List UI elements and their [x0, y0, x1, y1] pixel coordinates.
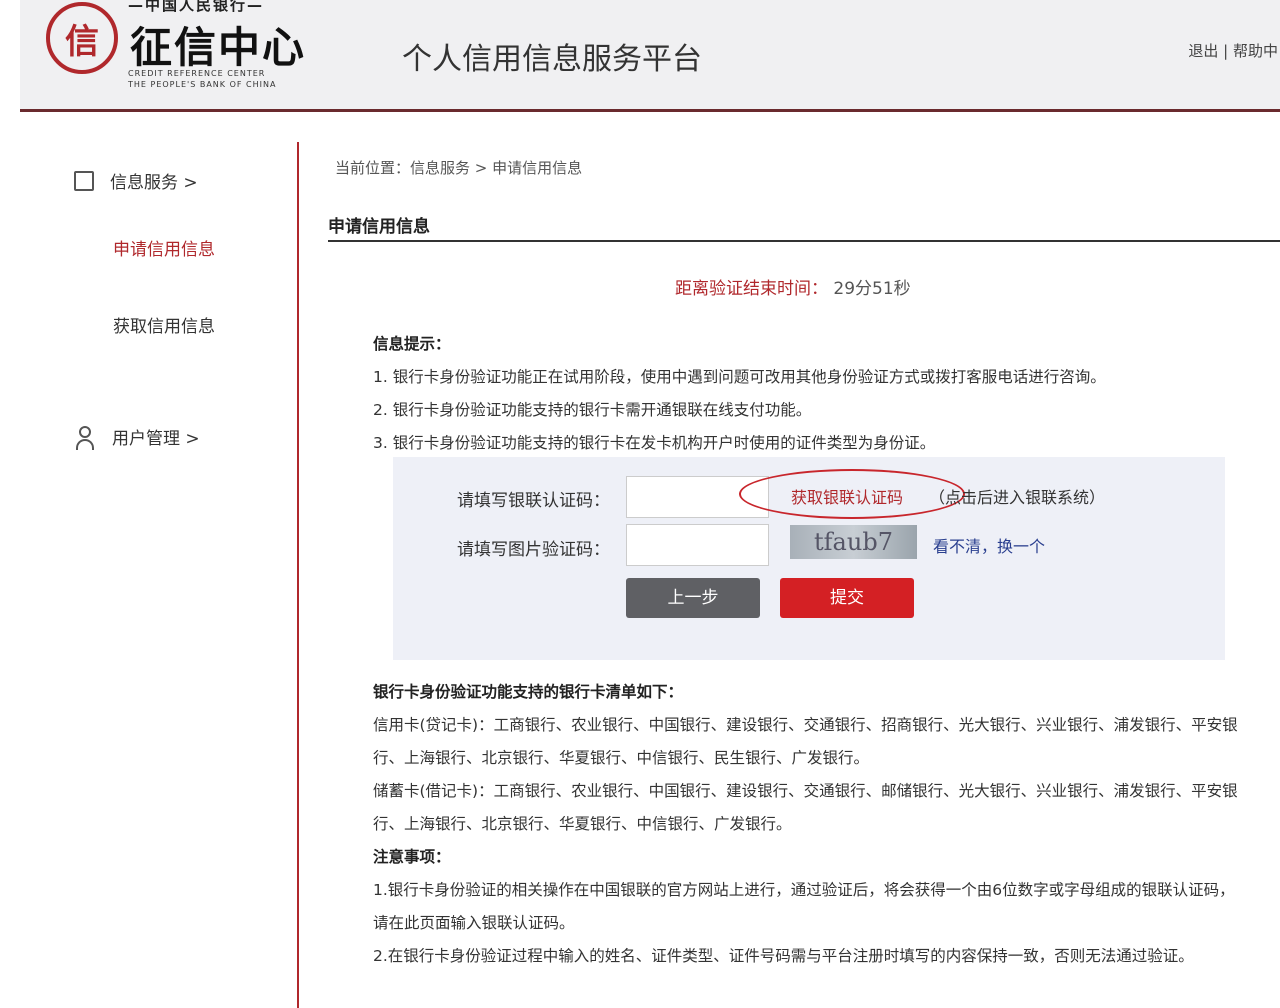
platform-title: 个人信用信息服务平台 — [402, 34, 702, 78]
get-unionpay-code-link[interactable]: 获取银联认证码 — [791, 484, 903, 508]
credit-card-banks: 信用卡(贷记卡)：工商银行、农业银行、中国银行、建设银行、交通银行、招商银行、光… — [373, 709, 1248, 775]
top-links: 退出 | 帮助中 — [1188, 40, 1278, 61]
banks-heading: 银行卡身份验证功能支持的银行卡清单如下： — [373, 676, 1248, 709]
refresh-captcha-link[interactable]: 看不清，换一个 — [933, 533, 1045, 557]
tip-item: 2. 银行卡身份验证功能支持的银行卡需开通银联在线支付功能。 — [373, 394, 1253, 427]
note-item: 1.银行卡身份验证的相关操作在中国银联的官方网站上进行，通过验证后，将会获得一个… — [373, 874, 1248, 940]
tip-item: 3. 银行卡身份验证功能支持的银行卡在发卡机构开户时使用的证件类型为身份证。 — [373, 427, 1253, 460]
verification-timer: 距离验证结束时间： 29分51秒 — [675, 274, 911, 299]
sidebar-divider — [297, 142, 299, 1008]
logo-seal-text: 信 — [65, 14, 99, 63]
bank-list-section: 银行卡身份验证功能支持的银行卡清单如下： 信用卡(贷记卡)：工商银行、农业银行、… — [373, 676, 1248, 973]
help-link[interactable]: 帮助中 — [1233, 42, 1278, 60]
user-icon — [76, 426, 94, 450]
page-title: 申请信用信息 — [328, 212, 430, 237]
unionpay-code-label: 请填写银联认证码： — [457, 486, 610, 511]
sidebar-item-apply[interactable]: 申请信用信息 — [113, 235, 215, 260]
prev-step-button[interactable]: 上一步 — [626, 578, 760, 618]
verification-form: 请填写银联认证码： 获取银联认证码 （点击后进入银联系统） 请填写图片验证码： … — [393, 457, 1225, 660]
note-item: 2.在银行卡身份验证过程中输入的姓名、证件类型、证件号码需与平台注册时填写的内容… — [373, 940, 1248, 973]
logo-main-text: 征信中心 — [130, 14, 306, 75]
submit-button[interactable]: 提交 — [780, 578, 914, 618]
sidebar-label: 用户管理 > — [112, 429, 200, 449]
info-tips: 信息提示： 1. 银行卡身份验证功能正在试用阶段，使用中遇到问题可改用其他身份验… — [373, 328, 1253, 460]
header: 信 —中国人民银行— 征信中心 CREDIT REFERENCE CENTERT… — [20, 0, 1280, 112]
separator: | — [1223, 42, 1228, 60]
notes-heading: 注意事项： — [373, 841, 1248, 874]
breadcrumb: 当前位置：信息服务 > 申请信用信息 — [335, 157, 582, 178]
timer-value: 29分51秒 — [833, 279, 910, 299]
get-code-note: （点击后进入银联系统） — [929, 484, 1105, 508]
logo-en-line: CREDIT REFERENCE CENTER — [128, 68, 276, 79]
logo-top-text: —中国人民银行— — [128, 0, 264, 15]
captcha-label: 请填写图片验证码： — [457, 535, 610, 560]
logout-link[interactable]: 退出 — [1188, 42, 1218, 60]
logo-english: CREDIT REFERENCE CENTERTHE PEOPLE'S BANK… — [128, 68, 276, 90]
captcha-image[interactable]: tfaub7 — [790, 525, 917, 559]
timer-label: 距离验证结束时间： — [675, 279, 828, 299]
captcha-input[interactable] — [626, 524, 769, 566]
sidebar-label: 信息服务 > — [110, 173, 198, 193]
debit-card-banks: 储蓄卡(借记卡)：工商银行、农业银行、中国银行、建设银行、交通银行、邮储银行、光… — [373, 775, 1248, 841]
sidebar-item-user-mgmt[interactable]: 用户管理 > — [76, 424, 200, 450]
tips-heading: 信息提示： — [373, 328, 1253, 361]
title-divider — [328, 240, 1280, 242]
logo-seal-icon: 信 — [46, 2, 118, 74]
logo-en-line: THE PEOPLE'S BANK OF CHINA — [128, 79, 276, 90]
tip-item: 1. 银行卡身份验证功能正在试用阶段，使用中遇到问题可改用其他身份验证方式或拨打… — [373, 361, 1253, 394]
document-icon — [74, 171, 94, 191]
sidebar-item-get[interactable]: 获取信用信息 — [113, 312, 215, 337]
sidebar-item-info-service[interactable]: 信息服务 > — [74, 168, 198, 193]
